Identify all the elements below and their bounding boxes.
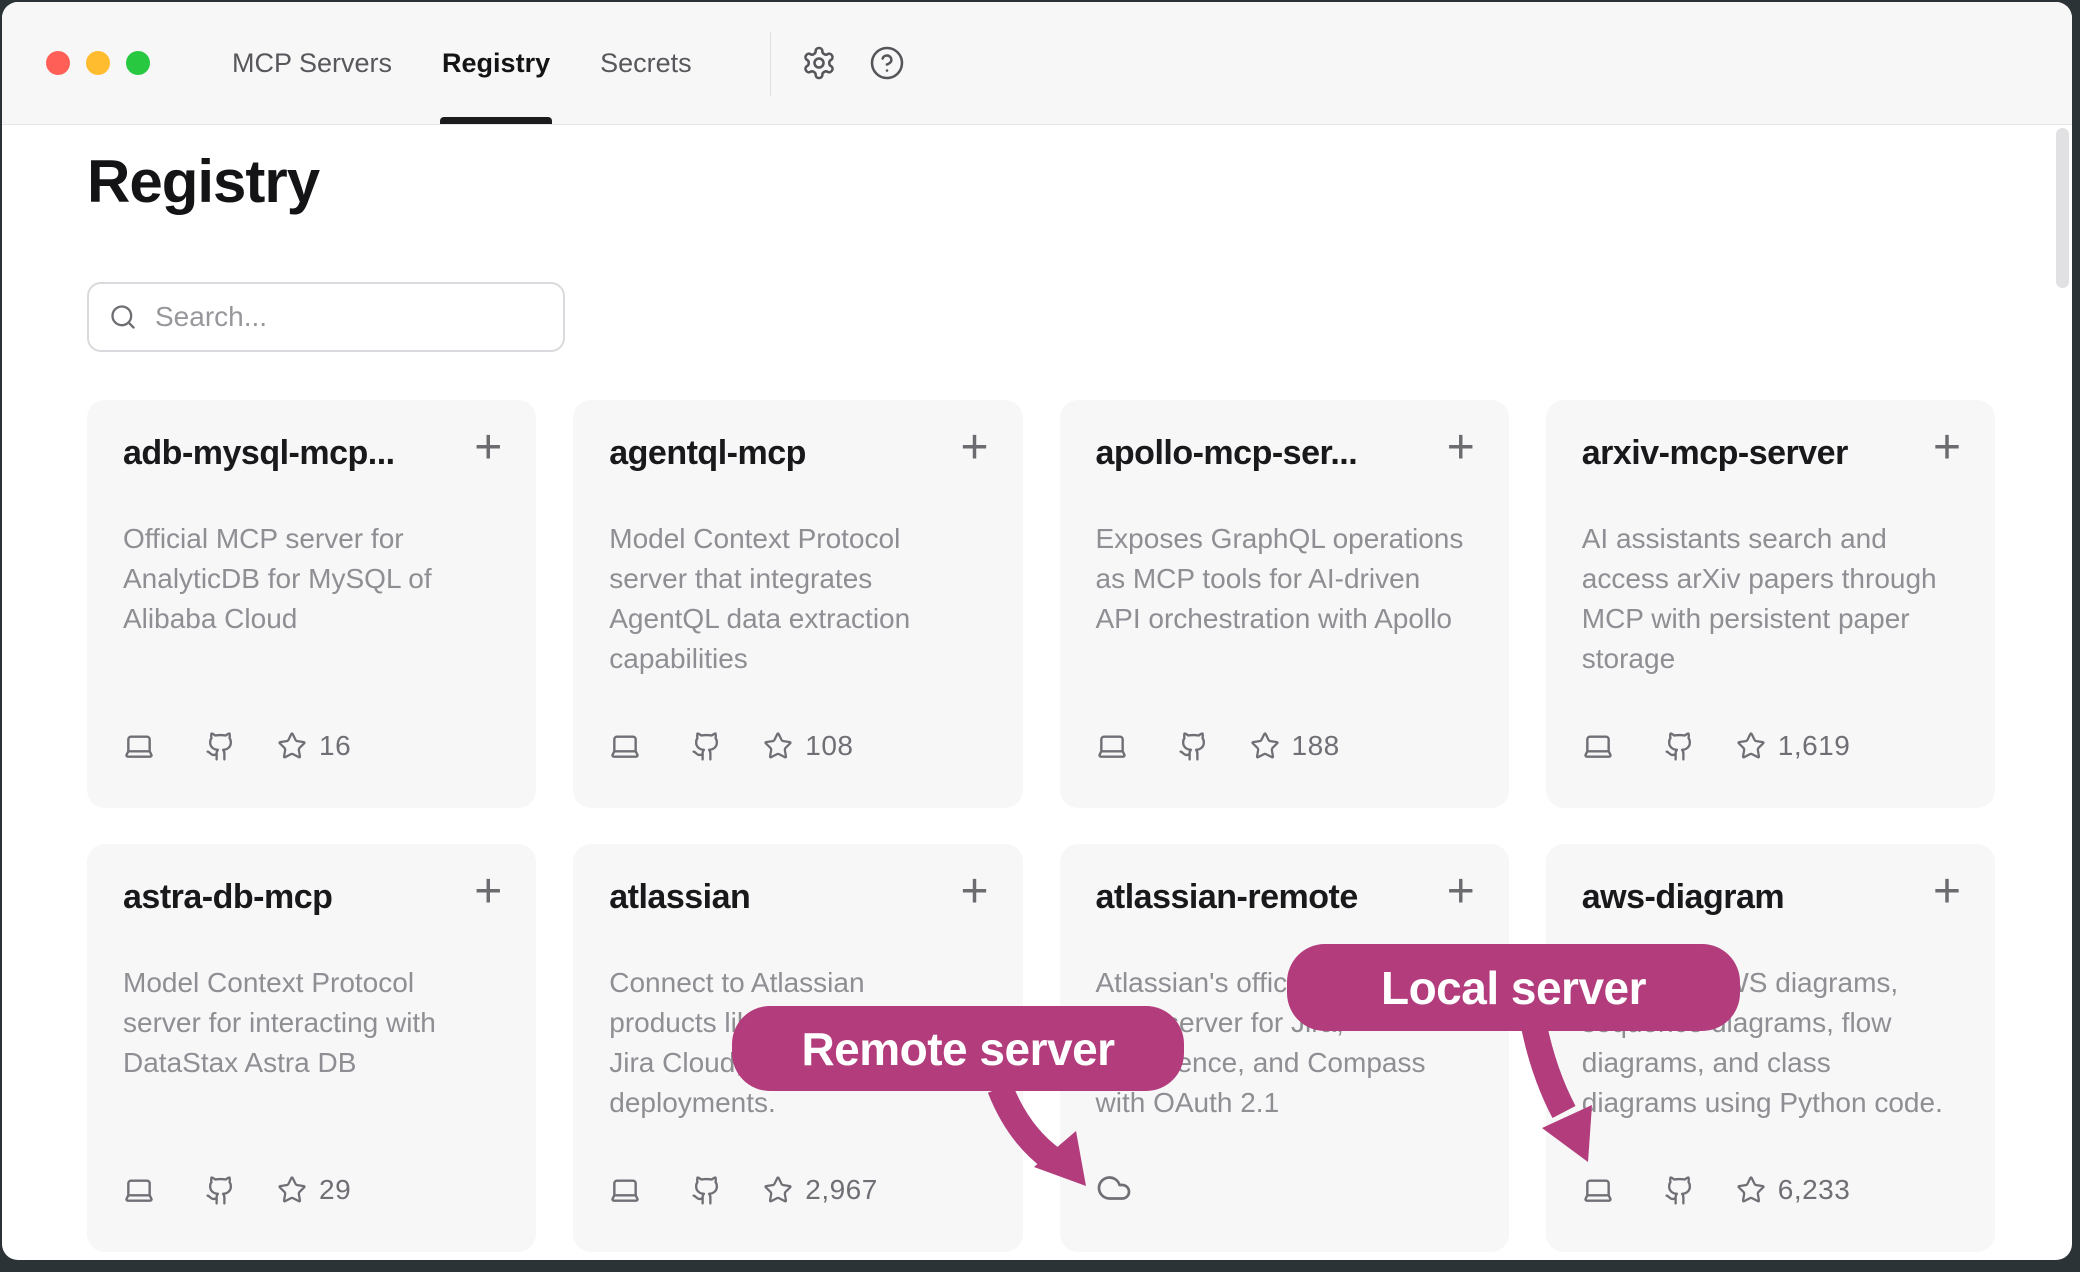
tab-mcp-servers[interactable]: MCP Servers	[232, 2, 392, 124]
local-server-laptop-icon	[609, 1174, 641, 1206]
server-description: Exposes GraphQL operations as MCP tools …	[1096, 519, 1473, 639]
app-window: MCP Servers Registry Secrets Registry ad…	[2, 2, 2072, 1260]
github-icon	[205, 731, 236, 762]
server-card-apollo-mcp-server[interactable]: apollo-mcp-ser... + Exposes GraphQL oper…	[1060, 400, 1509, 808]
server-card-footer: 6,233	[1582, 1174, 1851, 1206]
remote-server-cloud-icon	[1096, 1170, 1132, 1206]
zoom-window-button[interactable]	[126, 51, 150, 75]
local-server-laptop-icon	[1096, 730, 1128, 762]
local-server-laptop-icon	[123, 730, 155, 762]
star-count: 188	[1292, 730, 1340, 762]
page-title: Registry	[87, 147, 319, 216]
window-titlebar: MCP Servers Registry Secrets	[2, 2, 2072, 125]
server-card-arxiv-mcp-server[interactable]: arxiv-mcp-server + AI assistants search …	[1546, 400, 1995, 808]
titlebar-divider	[770, 32, 771, 96]
add-server-button[interactable]: +	[474, 428, 502, 468]
server-card-footer: 1,619	[1582, 730, 1851, 762]
server-name: arxiv-mcp-server	[1582, 434, 1848, 473]
local-server-laptop-icon	[609, 730, 641, 762]
server-card-footer: 2,967	[609, 1174, 878, 1206]
tab-secrets[interactable]: Secrets	[600, 2, 692, 124]
star-icon	[763, 731, 793, 761]
local-server-laptop-icon	[123, 1174, 155, 1206]
star-icon	[1250, 731, 1280, 761]
close-window-button[interactable]	[46, 51, 70, 75]
github-icon	[1178, 731, 1209, 762]
server-card-footer: 188	[1096, 730, 1340, 762]
local-server-laptop-icon	[1582, 1174, 1614, 1206]
server-description: Official MCP server for AnalyticDB for M…	[123, 519, 500, 639]
desktop-background: { "window": { "titlebar": { "tabs": [ {"…	[0, 0, 2080, 1272]
help-button[interactable]	[869, 45, 905, 81]
search-box	[87, 282, 565, 352]
server-name: atlassian-remote	[1096, 878, 1358, 917]
star-count: 6,233	[1778, 1174, 1851, 1206]
server-card-astra-db-mcp[interactable]: astra-db-mcp + Model Context Protocol se…	[87, 844, 536, 1252]
tab-registry[interactable]: Registry	[442, 2, 550, 124]
server-card-footer: 16	[123, 730, 351, 762]
server-card-aws-diagram[interactable]: aws-diagram + Generate AWS diagrams, seq…	[1546, 844, 1995, 1252]
search-icon	[109, 303, 137, 331]
help-icon	[869, 45, 905, 81]
add-server-button[interactable]: +	[1933, 872, 1961, 912]
server-card-agentql-mcp[interactable]: agentql-mcp + Model Context Protocol ser…	[573, 400, 1022, 808]
server-card-adb-mysql-mcp[interactable]: adb-mysql-mcp... + Official MCP server f…	[87, 400, 536, 808]
server-description: AI assistants search and access arXiv pa…	[1582, 519, 1959, 679]
server-name: agentql-mcp	[609, 434, 806, 473]
github-icon	[1664, 1175, 1695, 1206]
server-description: Model Context Protocol server that integ…	[609, 519, 986, 679]
local-server-laptop-icon	[1582, 730, 1614, 762]
server-card-footer: 29	[123, 1174, 351, 1206]
annotation-remote-server-label: Remote server	[732, 1006, 1184, 1091]
star-icon	[1736, 731, 1766, 761]
star-count: 29	[319, 1174, 351, 1206]
github-icon	[691, 731, 722, 762]
annotation-local-server-label: Local server	[1287, 944, 1740, 1031]
main-tabs: MCP Servers Registry Secrets	[232, 2, 692, 124]
star-icon	[277, 1175, 307, 1205]
add-server-button[interactable]: +	[1933, 428, 1961, 468]
server-name: astra-db-mcp	[123, 878, 332, 917]
add-server-button[interactable]: +	[1447, 428, 1475, 468]
add-server-button[interactable]: +	[474, 872, 502, 912]
star-icon	[763, 1175, 793, 1205]
minimize-window-button[interactable]	[86, 51, 110, 75]
server-name: aws-diagram	[1582, 878, 1784, 917]
github-icon	[1664, 731, 1695, 762]
star-icon	[1736, 1175, 1766, 1205]
star-icon	[277, 731, 307, 761]
server-description: Model Context Protocol server for intera…	[123, 963, 500, 1083]
server-card-footer: 108	[609, 730, 853, 762]
github-icon	[691, 1175, 722, 1206]
server-name: atlassian	[609, 878, 750, 917]
server-card-footer	[1096, 1170, 1182, 1206]
add-server-button[interactable]: +	[1447, 872, 1475, 912]
traffic-lights	[46, 51, 150, 75]
server-name: adb-mysql-mcp...	[123, 434, 395, 473]
gear-icon	[801, 45, 837, 81]
scrollbar-thumb[interactable]	[2056, 128, 2069, 288]
star-count: 1,619	[1778, 730, 1851, 762]
settings-button[interactable]	[801, 45, 837, 81]
search-input[interactable]	[153, 300, 543, 334]
server-card-grid: adb-mysql-mcp... + Official MCP server f…	[87, 400, 1995, 1252]
github-icon	[205, 1175, 236, 1206]
star-count: 2,967	[805, 1174, 878, 1206]
star-count: 108	[805, 730, 853, 762]
add-server-button[interactable]: +	[960, 872, 988, 912]
star-count: 16	[319, 730, 351, 762]
add-server-button[interactable]: +	[960, 428, 988, 468]
server-name: apollo-mcp-ser...	[1096, 434, 1358, 473]
